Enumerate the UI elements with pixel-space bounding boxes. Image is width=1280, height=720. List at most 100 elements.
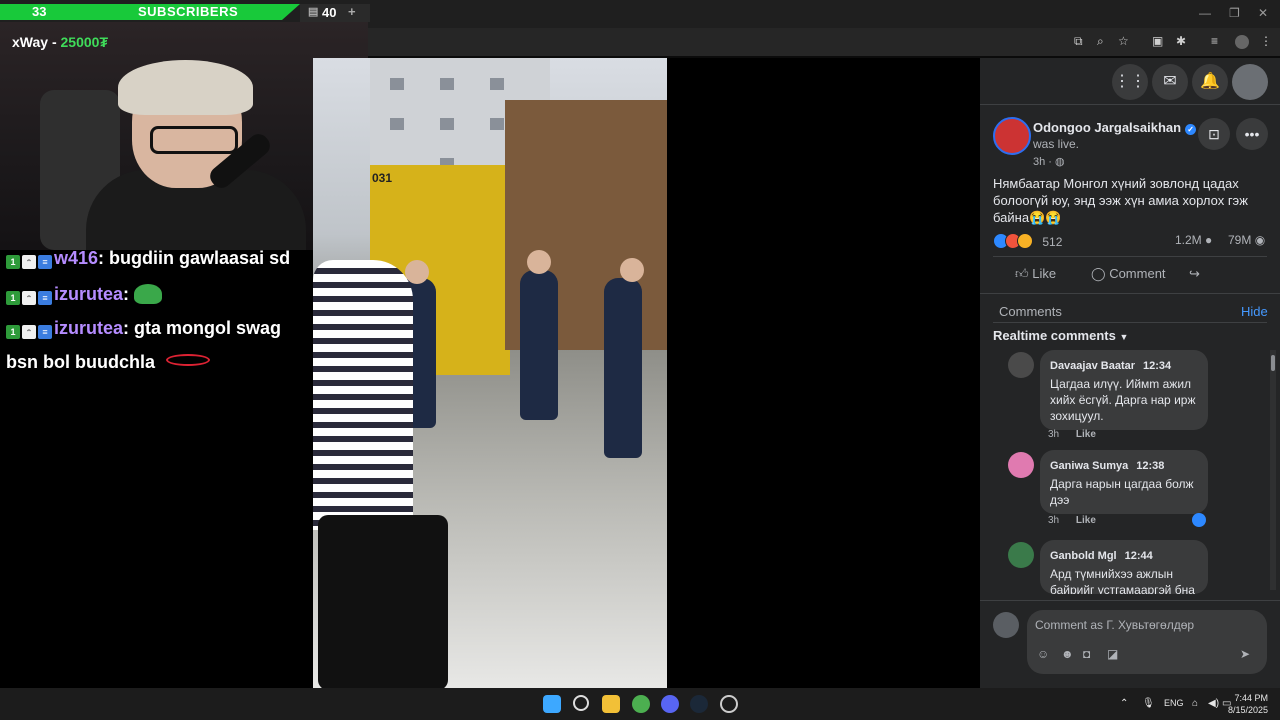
comment-meta: 3h Like xyxy=(1048,515,1096,526)
network-icon[interactable]: ⌂ xyxy=(1192,698,1198,709)
tray-overflow-icon[interactable]: ⌃ xyxy=(1120,698,1128,709)
share-icon[interactable]: ↪ xyxy=(1189,266,1200,282)
post-author[interactable]: Odongoo Jargalsaikhan ✓ xyxy=(1033,120,1197,135)
language-indicator[interactable]: ENG xyxy=(1164,698,1184,708)
comment-count-value[interactable]: 1.2M xyxy=(1175,233,1202,247)
sad-reaction-icon xyxy=(1017,233,1033,249)
comment-text: Дарга нарын цагдаа болж дээ xyxy=(1050,477,1194,507)
minimize-icon[interactable]: — xyxy=(1199,6,1211,20)
sticker-icon[interactable]: ◪ xyxy=(1107,647,1118,661)
avatar-sticker-icon[interactable]: ☺ xyxy=(1037,647,1049,661)
chat-message: 1 ᵔ ≡ izurutea: xyxy=(6,284,163,305)
reaction-summary[interactable]: 512 xyxy=(993,233,1062,249)
sub-label: SUBSCRIBERS xyxy=(138,4,239,19)
menu-kebab-icon[interactable]: ⋮ xyxy=(1260,34,1272,48)
comment-icon: ◯ xyxy=(1091,266,1106,281)
extensions-icon[interactable]: ✱ xyxy=(1176,34,1186,48)
cast-icon[interactable]: ⧉ xyxy=(1074,34,1083,49)
comments-scrollbar[interactable] xyxy=(1270,350,1276,590)
donor-amount: 25000₮ xyxy=(60,34,108,50)
cat-badge-icon: ᵔ xyxy=(22,325,36,339)
chat-text: gta mongol swag xyxy=(134,318,282,338)
comment-like-link[interactable]: Like xyxy=(1076,515,1096,526)
reading-list-icon[interactable]: ≡ xyxy=(1211,34,1218,48)
windows-start-icon[interactable] xyxy=(543,695,561,713)
scrollbar-thumb[interactable] xyxy=(1271,355,1275,371)
volume-icon[interactable]: ◀) xyxy=(1208,698,1219,709)
file-explorer-icon[interactable] xyxy=(602,695,620,713)
chat-message-continuation: bsn bol buudchla xyxy=(6,352,211,373)
comment-count[interactable]: 1.2M ● xyxy=(1175,233,1212,247)
comment-age: 3h xyxy=(1048,515,1060,526)
save-post-icon[interactable]: ⊡ xyxy=(1198,118,1230,150)
post-time-value[interactable]: 3h xyxy=(1033,156,1045,168)
send-icon[interactable]: ➤ xyxy=(1240,647,1250,661)
microphone-tray-icon[interactable]: 🎙︎ xyxy=(1142,698,1155,709)
comments-header: Comments xyxy=(999,304,1062,319)
comment-label: Comment xyxy=(1109,266,1166,281)
comment-text: Ард түмнийхээ ажлын байрийг устгамааргэй… xyxy=(1050,567,1195,594)
restore-icon[interactable]: ❐ xyxy=(1229,6,1240,20)
post-text: Нямбаатар Монгол хүний зовлонд цадах бол… xyxy=(993,176,1248,225)
actions-divider-bottom xyxy=(980,293,1280,294)
composer-avatar xyxy=(993,612,1019,638)
hide-comments-link[interactable]: Hide xyxy=(1241,304,1268,319)
sort-comments-dropdown[interactable]: Realtime comments ▼ xyxy=(993,328,1128,343)
first-badge-icon: 1 xyxy=(6,291,20,305)
comment-time: 12:38 xyxy=(1136,460,1165,472)
clock-time[interactable]: 7:44 PM xyxy=(1232,693,1268,703)
first-badge-icon: 1 xyxy=(6,255,20,269)
chat-username: izurutea xyxy=(54,318,124,338)
eye-icon: ◉ xyxy=(1254,233,1266,247)
comment-like-link[interactable]: Like xyxy=(1076,429,1096,440)
discord-icon[interactable] xyxy=(661,695,679,713)
camera-icon[interactable]: ◘ xyxy=(1083,647,1090,661)
commenter-avatar[interactable] xyxy=(1008,352,1034,378)
profile-avatar-icon[interactable] xyxy=(1235,35,1249,49)
zoom-icon[interactable]: ⌕ xyxy=(1097,34,1104,49)
like-button[interactable]: 👍︎ Like xyxy=(1015,266,1056,282)
chat-username: w416 xyxy=(54,248,99,268)
comment-bubble: Ganiwa Sumya 12:38 Дарга нарын цагдаа бол… xyxy=(1040,450,1208,514)
notifications-bell-icon[interactable]: 🔔 xyxy=(1192,64,1228,100)
close-icon[interactable]: ✕ xyxy=(1258,6,1268,20)
sort-label[interactable]: Realtime comments xyxy=(993,328,1116,343)
sub-goal-value: 40 xyxy=(322,5,337,20)
comment-button[interactable]: ◯ Comment xyxy=(1091,266,1166,282)
donor-name: xWay xyxy=(12,34,49,50)
post-timestamp[interactable]: 3h · ◍ xyxy=(1033,155,1065,168)
bookmark-star-icon[interactable]: ☆ xyxy=(1118,34,1129,48)
stream-chat-panel xyxy=(0,250,313,688)
post-author-avatar[interactable] xyxy=(993,117,1031,155)
commenter-avatar[interactable] xyxy=(1008,542,1034,568)
steam-icon[interactable] xyxy=(690,695,708,713)
apps-grid-icon[interactable]: ⋮⋮ xyxy=(1112,64,1148,100)
building-window xyxy=(440,118,454,130)
commenter-name[interactable]: Ganbold Mgl xyxy=(1050,550,1117,562)
comment-time: 12:34 xyxy=(1143,360,1172,372)
commenter-avatar[interactable] xyxy=(1008,452,1034,478)
chat-text: bsn bol buudchla xyxy=(6,352,155,372)
commenter-name[interactable]: Davaajav Baatar xyxy=(1050,360,1135,372)
more-options-icon[interactable]: ••• xyxy=(1236,118,1268,150)
search-icon[interactable] xyxy=(573,695,589,711)
sub-count: 33 xyxy=(32,4,47,19)
lips-emote-icon xyxy=(166,354,211,366)
emoji-icon[interactable]: ☻ xyxy=(1061,647,1074,661)
comment-input[interactable]: Comment as Г. Хувьтөгөлдөр xyxy=(1035,618,1194,632)
obs-icon[interactable] xyxy=(720,695,738,713)
clock-date[interactable]: 8/15/2025 xyxy=(1226,705,1268,715)
plus-icon: + xyxy=(348,4,356,19)
address-bar[interactable] xyxy=(368,28,1280,56)
streamer-glasses xyxy=(150,126,238,154)
building-window xyxy=(490,78,504,90)
account-avatar[interactable] xyxy=(1232,64,1268,100)
extension-badge-icon[interactable]: ▣ xyxy=(1152,34,1163,48)
commenter-name[interactable]: Ganiwa Sumya xyxy=(1050,460,1128,472)
messenger-icon[interactable]: ✉ xyxy=(1152,64,1188,100)
chrome-icon[interactable] xyxy=(632,695,650,713)
officer-head xyxy=(527,250,551,274)
post-author-name[interactable]: Odongoo Jargalsaikhan xyxy=(1033,120,1181,135)
sub-goal-box: ▤ 40 + xyxy=(300,4,370,22)
globe-icon: ◍ xyxy=(1055,156,1065,168)
